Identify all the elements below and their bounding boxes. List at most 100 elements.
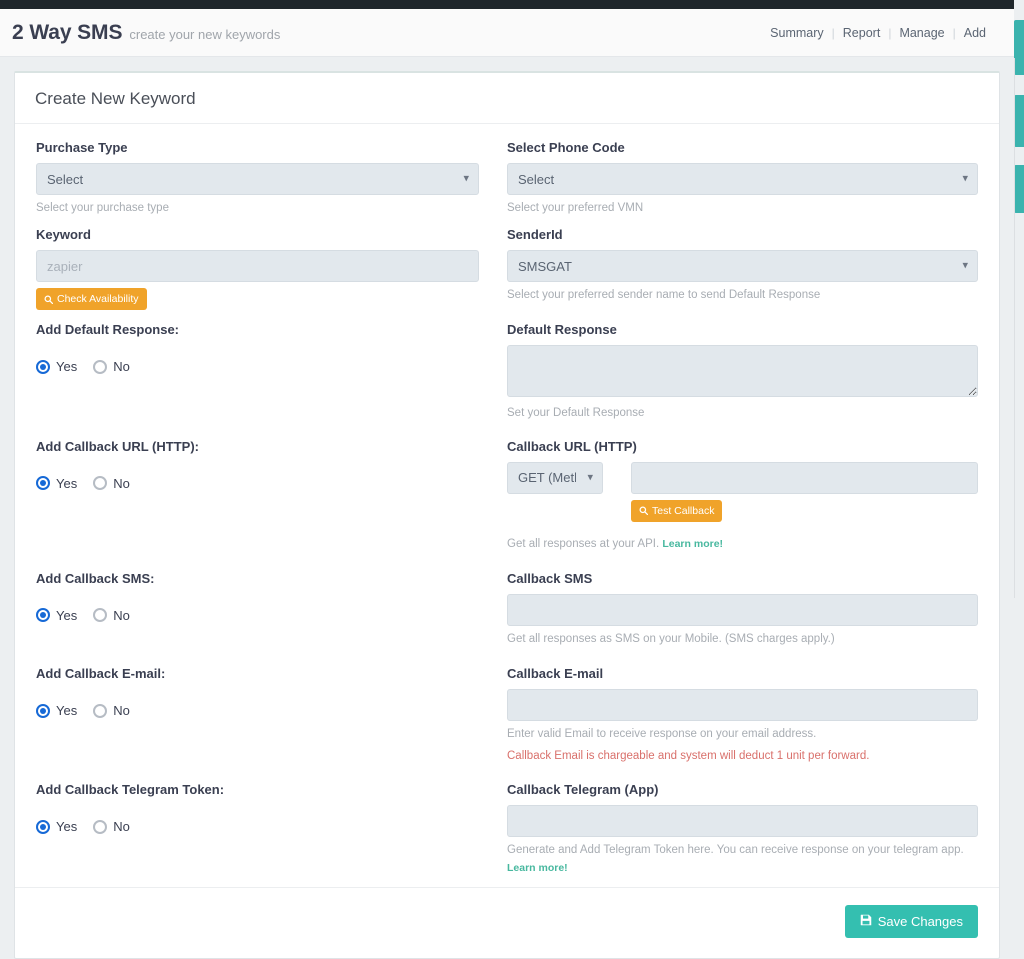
test-callback-button[interactable]: Test Callback xyxy=(631,499,723,522)
radio-selected-icon xyxy=(36,819,50,834)
add-default-response-no[interactable]: No xyxy=(93,359,130,374)
callback-telegram-label: Callback Telegram (App) xyxy=(507,782,659,798)
keyword-input[interactable] xyxy=(36,250,479,283)
save-changes-button[interactable]: Save Changes xyxy=(844,904,978,938)
add-callback-email-no[interactable]: No xyxy=(93,703,130,718)
nav-item-report[interactable]: Report xyxy=(835,26,889,40)
form-row-purchase-phone: Purchase Type Select ▾ Select your purch… xyxy=(36,140,978,217)
callback-telegram-hint: Generate and Add Telegram Token here. Yo… xyxy=(507,844,964,857)
add-callback-url-no-label: No xyxy=(113,475,130,491)
create-keyword-card: Create New Keyword Purchase Type Select … xyxy=(14,71,1000,959)
add-callback-url-no[interactable]: No xyxy=(93,476,130,491)
test-callback-label: Test Callback xyxy=(652,504,715,517)
page-header-title-group: 2 Way SMS create your new keywords xyxy=(12,21,280,45)
add-callback-email-yes-label: Yes xyxy=(56,703,78,718)
callback-url-input[interactable] xyxy=(631,461,978,494)
purchase-type-select[interactable]: Select xyxy=(36,163,479,195)
callback-url-learn-more-link[interactable]: Learn more! xyxy=(662,538,723,550)
default-response-textarea[interactable] xyxy=(507,345,978,398)
add-callback-sms-yes[interactable]: Yes xyxy=(36,608,77,623)
add-callback-sms-no[interactable]: No xyxy=(93,608,130,623)
add-callback-telegram-no[interactable]: No xyxy=(93,819,130,834)
callback-url-hint-wrap: Get all responses at your API. Learn mor… xyxy=(507,536,978,553)
field-callback-sms: Callback SMS Get all responses as SMS on… xyxy=(507,571,978,648)
add-callback-sms-no-label: No xyxy=(113,607,130,623)
phone-code-hint: Select your preferred VMN xyxy=(507,202,644,214)
add-callback-email-radio-group: Yes No xyxy=(36,703,479,718)
page-content: Create New Keyword Purchase Type Select … xyxy=(0,57,1014,959)
radio-unselected-icon xyxy=(93,819,108,834)
add-callback-email-label: Add Callback E-mail: xyxy=(36,666,166,681)
form-row-keyword-sender: Keyword Check Availability SenderId xyxy=(36,227,978,311)
edge-tab-3[interactable] xyxy=(1014,165,1024,213)
form-row-callback-sms: Add Callback SMS: Yes No Callback SMS Ge… xyxy=(36,571,978,648)
radio-unselected-icon xyxy=(93,608,108,623)
edge-tab-1[interactable] xyxy=(1014,20,1024,75)
add-callback-telegram-no-label: No xyxy=(113,819,130,835)
field-callback-email: Callback E-mail Enter valid Email to rec… xyxy=(507,666,978,762)
add-callback-telegram-label: Add Callback Telegram Token: xyxy=(36,782,225,798)
radio-selected-icon xyxy=(36,359,50,374)
purchase-type-select-wrap: Select ▾ xyxy=(36,163,479,195)
callback-url-label: Callback URL (HTTP) xyxy=(507,438,637,454)
check-availability-button[interactable]: Check Availability xyxy=(36,288,147,311)
callback-email-input[interactable] xyxy=(507,689,978,721)
search-icon xyxy=(44,295,53,304)
radio-unselected-icon xyxy=(93,359,108,374)
radio-selected-icon xyxy=(36,703,50,718)
add-callback-email-no-label: No xyxy=(113,703,130,718)
add-callback-telegram-yes[interactable]: Yes xyxy=(36,819,77,834)
add-default-response-yes[interactable]: Yes xyxy=(36,359,77,374)
form-row-callback-url: Add Callback URL (HTTP): Yes No Callback xyxy=(36,439,978,553)
nav-item-add[interactable]: Add xyxy=(956,26,994,40)
card-title: Create New Keyword xyxy=(35,89,196,108)
callback-telegram-hint-wrap: Generate and Add Telegram Token here. Yo… xyxy=(507,842,978,877)
add-callback-url-yes[interactable]: Yes xyxy=(36,476,77,491)
phone-code-label: Select Phone Code xyxy=(507,140,625,155)
callback-telegram-input[interactable] xyxy=(507,805,978,838)
callback-url-row: GET (Method) ▾ xyxy=(507,461,978,494)
check-availability-label: Check Availability xyxy=(57,293,139,306)
field-add-callback-url: Add Callback URL (HTTP): Yes No xyxy=(36,439,507,553)
field-add-default-response: Add Default Response: Yes No xyxy=(36,322,507,422)
field-default-response: Default Response Set your Default Respon… xyxy=(507,322,978,422)
field-callback-url: Callback URL (HTTP) GET (Method) ▾ Test … xyxy=(507,439,978,553)
callback-sms-label: Callback SMS xyxy=(507,570,593,586)
save-changes-label: Save Changes xyxy=(877,913,963,929)
add-callback-email-yes[interactable]: Yes xyxy=(36,703,77,718)
add-callback-url-label: Add Callback URL (HTTP): xyxy=(36,438,199,454)
page-header: 2 Way SMS create your new keywords Summa… xyxy=(0,9,1014,57)
header-nav: Summary | Report | Manage | Add xyxy=(762,26,994,40)
callback-method-select-wrap: GET (Method) ▾ xyxy=(507,461,603,494)
callback-telegram-learn-more-link[interactable]: Learn more! xyxy=(507,862,568,874)
callback-test-wrap: Test Callback xyxy=(631,494,978,522)
add-callback-telegram-yes-label: Yes xyxy=(56,819,78,835)
sender-id-select[interactable]: SMSGAT xyxy=(507,250,978,283)
edge-tab-2[interactable] xyxy=(1014,95,1024,147)
add-callback-telegram-radio-group: Yes No xyxy=(36,819,479,834)
add-default-response-radio-group: Yes No xyxy=(36,359,479,374)
field-sender-id: SenderId SMSGAT ▾ Select your preferred … xyxy=(507,227,978,310)
card-header: Create New Keyword xyxy=(15,73,999,124)
callback-method-select[interactable]: GET (Method) xyxy=(507,461,603,494)
default-response-hint: Set your Default Response xyxy=(507,407,645,420)
callback-sms-input[interactable] xyxy=(507,593,978,626)
page-subtitle: create your new keywords xyxy=(129,26,281,42)
field-keyword: Keyword Check Availability xyxy=(36,227,507,311)
nav-item-manage[interactable]: Manage xyxy=(891,26,952,40)
nav-item-summary[interactable]: Summary xyxy=(762,26,831,40)
card-footer: Save Changes xyxy=(15,886,999,958)
add-default-response-label: Add Default Response: xyxy=(36,322,180,338)
default-response-label: Default Response xyxy=(507,322,617,338)
purchase-type-label: Purchase Type xyxy=(36,140,128,155)
form-row-default-response: Add Default Response: Yes No Default Res xyxy=(36,322,978,422)
phone-code-select[interactable]: Select xyxy=(507,163,978,195)
add-callback-sms-radio-group: Yes No xyxy=(36,608,479,623)
add-callback-sms-label: Add Callback SMS: xyxy=(36,570,155,586)
form-row-callback-telegram: Add Callback Telegram Token: Yes No Call xyxy=(36,782,978,877)
form-row-callback-email: Add Callback E-mail: Yes No Callback E-m xyxy=(36,666,978,762)
radio-selected-icon xyxy=(36,476,50,490)
callback-sms-hint: Get all responses as SMS on your Mobile.… xyxy=(507,632,835,645)
field-add-callback-email: Add Callback E-mail: Yes No xyxy=(36,666,507,762)
add-default-response-no-label: No xyxy=(113,359,130,375)
